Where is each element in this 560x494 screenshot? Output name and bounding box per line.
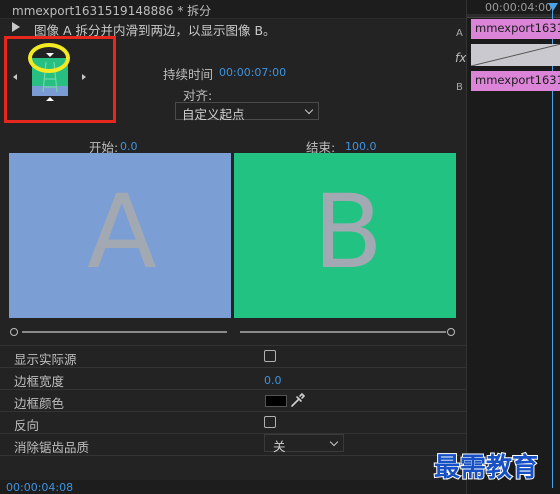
start-value[interactable]: 0.0 bbox=[120, 140, 138, 153]
preview-letter-a: A bbox=[87, 173, 157, 292]
transition-bar[interactable] bbox=[471, 44, 560, 66]
end-slider-track[interactable] bbox=[240, 331, 446, 333]
divider bbox=[0, 345, 466, 346]
border-width-label: 边框宽度 bbox=[14, 374, 65, 389]
border-width-value[interactable]: 0.0 bbox=[264, 374, 282, 387]
end-slider-knob[interactable] bbox=[447, 328, 455, 336]
divider bbox=[0, 367, 466, 368]
expand-triangle-icon[interactable] bbox=[12, 22, 20, 32]
end-value[interactable]: 100.0 bbox=[345, 140, 377, 153]
clip-b-name: mmexport1631519148886 bbox=[475, 73, 560, 87]
chevron-down-icon bbox=[304, 105, 314, 115]
preview-letter-b: B bbox=[313, 173, 383, 292]
clip-b[interactable]: mmexport1631519148886 bbox=[471, 71, 560, 91]
effect-controls-panel: mmexport1631519148886 * 拆分 图像 A 拆分并内滑到两边… bbox=[0, 0, 560, 494]
antialias-dropdown[interactable]: 关 bbox=[264, 434, 344, 454]
divider bbox=[0, 455, 466, 456]
reverse-checkbox[interactable] bbox=[264, 416, 276, 428]
antialias-selected: 关 bbox=[273, 439, 286, 454]
eyedropper-icon[interactable] bbox=[290, 392, 306, 408]
transition-timeline: 00:00:04:00 A mmexport1631519148886 fx B… bbox=[455, 0, 560, 494]
antialias-label: 消除锯齿品质 bbox=[14, 440, 90, 455]
watermark-logo: 最需教育 bbox=[433, 452, 539, 484]
track-a-label: A bbox=[456, 28, 463, 39]
highlight-box bbox=[4, 36, 116, 123]
alignment-dropdown[interactable]: 自定义起点 bbox=[175, 102, 319, 122]
clip-a-name: mmexport1631519148886 bbox=[475, 21, 560, 35]
border-color-label: 边框颜色 bbox=[14, 396, 65, 411]
divider bbox=[0, 389, 466, 390]
fx-label: fx bbox=[455, 51, 467, 65]
divider bbox=[0, 411, 466, 412]
playhead-icon[interactable] bbox=[548, 3, 558, 11]
alignment-selected: 自定义起点 bbox=[182, 107, 245, 122]
show-actual-source-checkbox[interactable] bbox=[264, 350, 276, 362]
timeline-ruler[interactable] bbox=[467, 14, 560, 18]
chevron-down-icon bbox=[329, 437, 339, 447]
divider bbox=[0, 433, 466, 434]
preview-start-image: A bbox=[9, 153, 231, 318]
footer-timecode: 00:00:04:08 bbox=[6, 481, 74, 494]
border-color-swatch[interactable] bbox=[265, 395, 287, 407]
reverse-label: 反向 bbox=[14, 418, 40, 433]
panel-header: mmexport1631519148886 * 拆分 bbox=[0, 0, 466, 19]
start-slider-track[interactable] bbox=[22, 331, 227, 333]
start-slider-knob[interactable] bbox=[10, 328, 18, 336]
timeline-timecode: 00:00:04:00 bbox=[485, 1, 553, 14]
duration-label: 持续时间 bbox=[163, 67, 214, 82]
panel-title: mmexport1631519148886 * 拆分 bbox=[12, 4, 212, 18]
clip-a[interactable]: mmexport1631519148886 bbox=[471, 19, 560, 39]
show-actual-source-label: 显示实际源 bbox=[14, 352, 77, 367]
track-b-label: B bbox=[456, 82, 463, 93]
duration-value[interactable]: 00:00:07:00 bbox=[219, 66, 286, 79]
preview-end-image: B bbox=[234, 153, 456, 318]
